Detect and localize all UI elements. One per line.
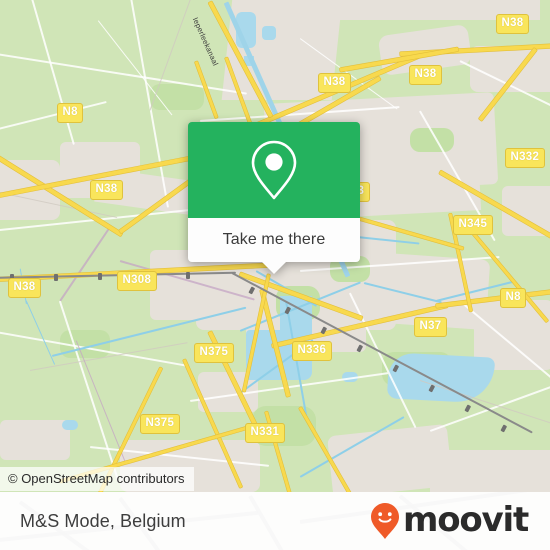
moovit-map-screenshot: Ieperleekanaal N38 N38 N38 N8 N332 N38 N345 N38… — [0, 0, 550, 550]
take-me-there-button[interactable]: Take me there — [188, 218, 360, 274]
footer-bar: M&S Mode, Belgium moovit — [0, 492, 550, 550]
road-shield: N38 — [8, 278, 41, 298]
road-shield: N336 — [292, 341, 332, 361]
road-shield: N308 — [117, 271, 157, 291]
road-shield: N331 — [245, 423, 285, 443]
road-shield: N37 — [414, 317, 447, 337]
road-shield: N375 — [140, 414, 180, 434]
moovit-wordmark: moovit — [402, 500, 529, 540]
road-shield: N38 — [90, 180, 123, 200]
moovit-smiley-pin-icon — [370, 503, 399, 539]
moovit-brand[interactable]: moovit — [370, 500, 529, 540]
road-shield: N375 — [194, 343, 234, 363]
take-me-there-label: Take me there — [222, 231, 326, 248]
road-shield: N332 — [505, 148, 545, 168]
map-pin-icon — [251, 140, 297, 200]
place-popup-card[interactable]: Take me there — [188, 122, 360, 274]
popup-tail — [261, 261, 287, 274]
road-shield: N38 — [496, 14, 529, 34]
osm-attribution[interactable]: © OpenStreetMap contributors — [0, 467, 194, 491]
road-shield: N8 — [500, 288, 527, 308]
popup-pin-panel — [188, 122, 360, 218]
place-title: M&S Mode, Belgium — [20, 510, 186, 531]
road-shield: N345 — [453, 215, 493, 235]
road-shield: N8 — [57, 103, 84, 123]
road-shield: N38 — [318, 73, 351, 93]
road-shield: N38 — [409, 65, 442, 85]
map-canvas[interactable]: Ieperleekanaal N38 N38 N38 N8 N332 N38 N345 N38… — [0, 0, 550, 492]
